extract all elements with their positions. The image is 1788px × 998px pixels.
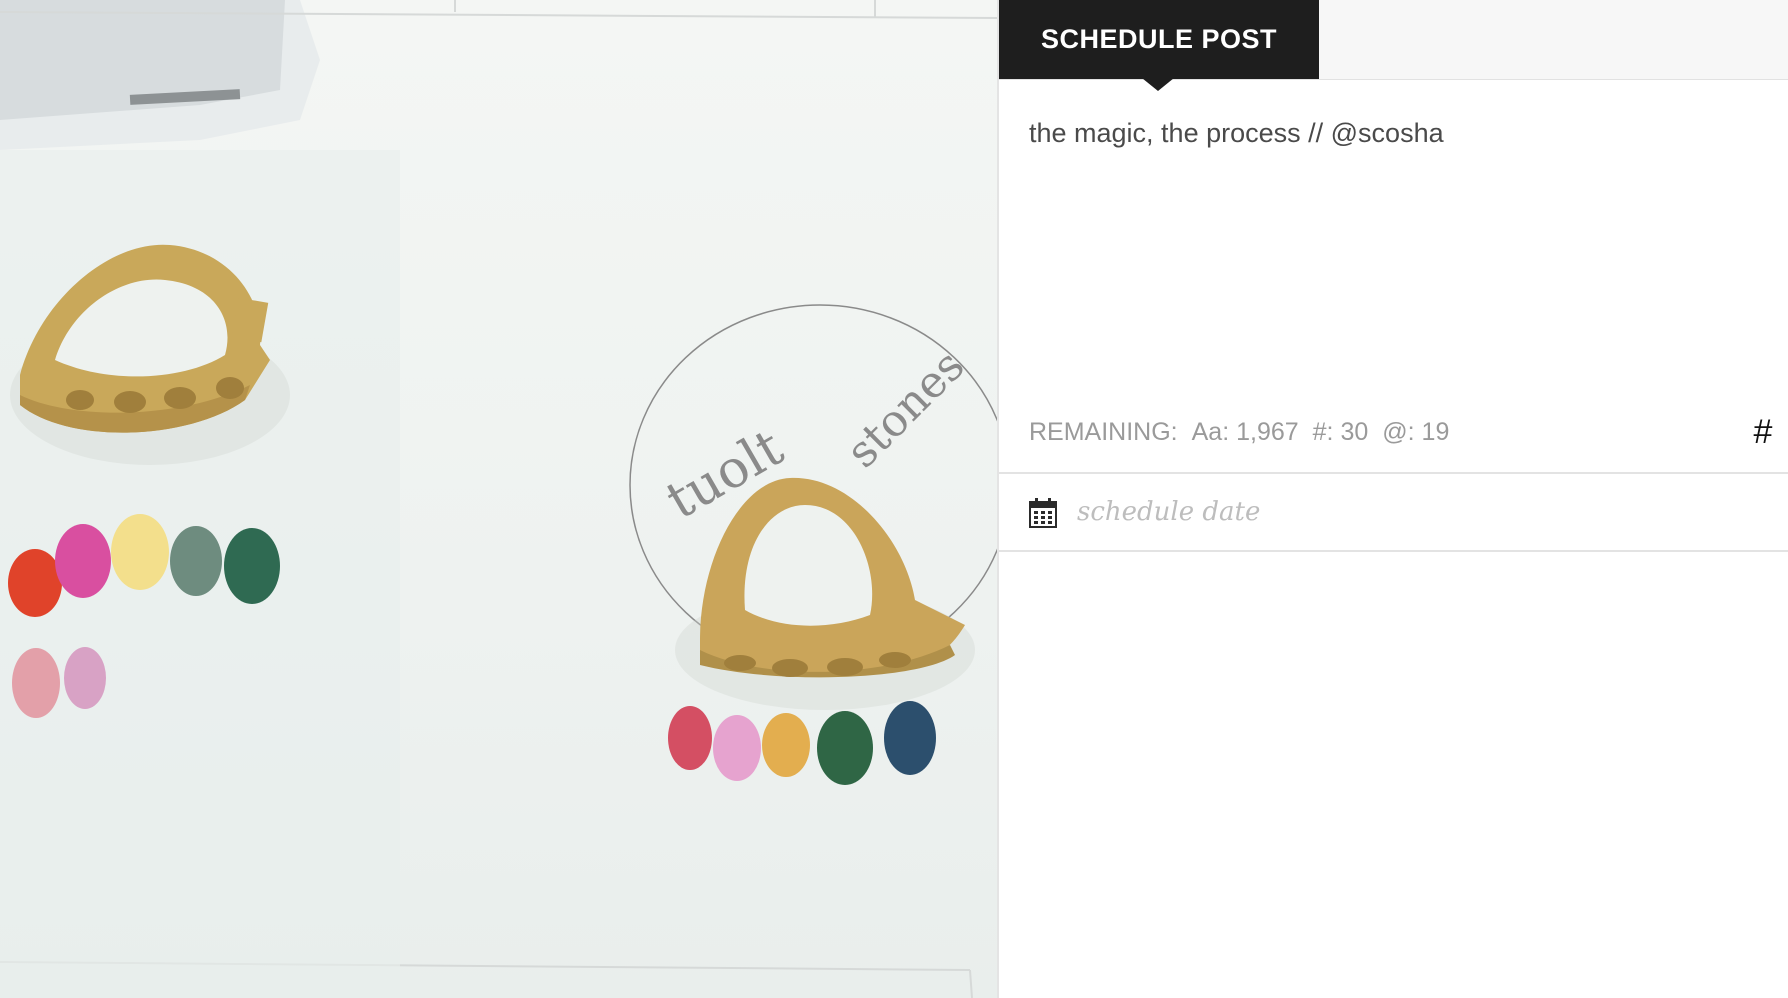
schedule-date-input[interactable]: [1077, 490, 1677, 534]
remaining-counters: REMAINING: Aa: 1,967 #: 30 @: 19: [1029, 418, 1463, 447]
tab-schedule-post-label: SCHEDULE POST: [1040, 24, 1278, 54]
tab-schedule-post[interactable]: SCHEDULE POST: [999, 0, 1319, 79]
caption-textarea[interactable]: the magic, the process // @scosha: [1029, 118, 1759, 398]
remaining-hashtags: #: 30: [1312, 418, 1369, 446]
remaining-chars: Aa: 1,967: [1191, 418, 1299, 446]
tab-bar: SCHEDULE POST: [999, 0, 1788, 91]
photo-illustration: tuolt stones 8: [0, 0, 998, 998]
schedule-date-row[interactable]: [999, 474, 1788, 550]
schedule-panel: SCHEDULE POST the magic, the process // …: [999, 0, 1788, 998]
remaining-mentions: @: 19: [1382, 418, 1450, 446]
hashtag-button[interactable]: #: [1748, 412, 1778, 452]
post-photo: tuolt stones 8: [0, 0, 998, 998]
active-tab-caret: [1142, 78, 1174, 91]
remaining-prefix: REMAINING:: [1029, 418, 1178, 446]
svg-text:stones: stones: [837, 340, 975, 478]
calendar-icon: [1029, 498, 1057, 528]
divider: [999, 550, 1788, 552]
